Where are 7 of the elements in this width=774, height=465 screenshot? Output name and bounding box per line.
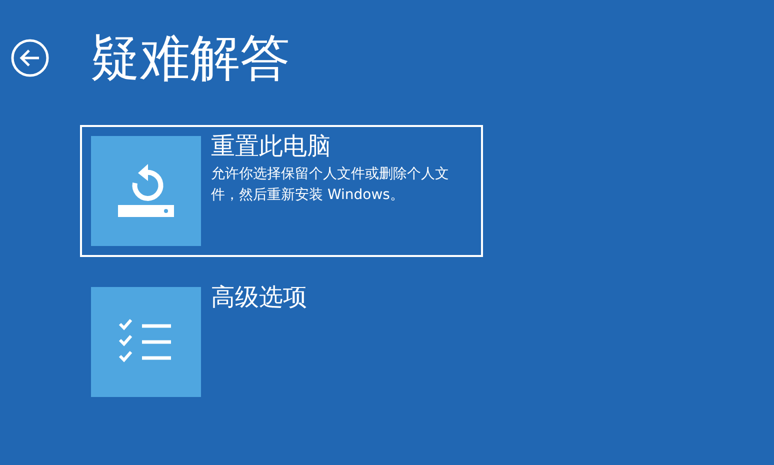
option-card[interactable]: 高级选项 — [80, 276, 483, 408]
option-title: 重置此电脑 — [211, 133, 332, 159]
back-icon[interactable] — [10, 38, 50, 78]
option-description: 允许你选择保留个人文件或删除个人文件，然后重新安装 Windows。 — [211, 165, 450, 205]
page-title: 疑难解答 — [90, 28, 290, 88]
option-title: 高级选项 — [211, 284, 307, 310]
option-card[interactable]: 重置此电脑 允许你选择保留个人文件或删除个人文件，然后重新安装 Windows。 — [80, 125, 483, 257]
